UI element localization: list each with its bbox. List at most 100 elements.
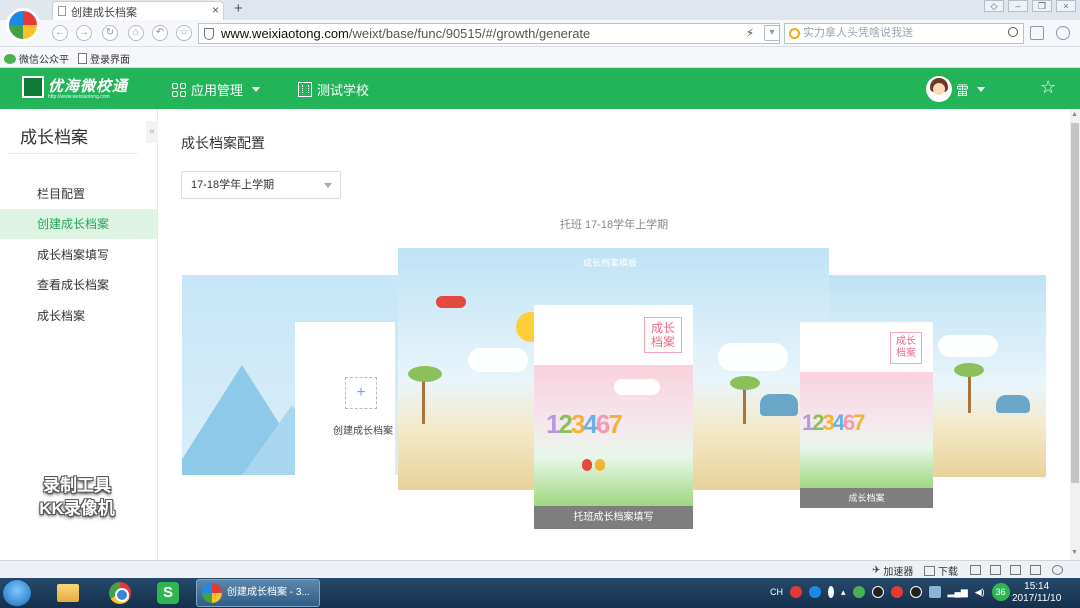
chrome-icon: [109, 582, 131, 604]
taskbar-s-app[interactable]: S: [148, 581, 188, 605]
building-icon: [298, 82, 312, 97]
archive-cover-card[interactable]: 成长档案 123467 成长档案: [800, 322, 933, 508]
user-menu[interactable]: 雷: [926, 76, 986, 102]
skin-button[interactable]: ◇: [984, 0, 1004, 12]
monitor-icon[interactable]: [928, 586, 941, 598]
accelerator-icon: ✈: [872, 565, 881, 576]
sidebar-item-create-archive[interactable]: 创建成长档案: [0, 209, 157, 239]
home-status-icon[interactable]: [990, 565, 1001, 575]
language-indicator[interactable]: CH: [770, 587, 783, 597]
tree-icon: [408, 366, 442, 382]
search-input[interactable]: 实力拿人头凭啥说我送: [784, 23, 1024, 44]
back-icon[interactable]: ←: [52, 25, 68, 41]
home-icon[interactable]: ⌂: [128, 25, 144, 41]
restore-button[interactable]: ❐: [1032, 0, 1052, 12]
address-dropdown-icon[interactable]: ▾: [764, 25, 780, 41]
cover-digits: 123467: [546, 409, 623, 440]
qq-icon[interactable]: [871, 586, 884, 598]
download-button[interactable]: 下载: [924, 563, 958, 578]
taskbar-chrome[interactable]: [100, 581, 140, 605]
browser-tab[interactable]: 创建成长档案 ×: [52, 1, 224, 20]
security-badge[interactable]: 36: [991, 583, 1010, 601]
page-scrollbar[interactable]: ▲ ▼: [1070, 109, 1080, 560]
digit: 4: [832, 410, 845, 435]
clock[interactable]: 15:14 2017/11/10: [1012, 581, 1061, 605]
main-content: 成长档案配置 17-18学年上学期 托班 17-18学年上学期 成长档案模板 +…: [158, 109, 1070, 560]
address-bar[interactable]: www.weixiaotong.com/weixt/base/func/9051…: [198, 23, 780, 44]
logo-text: 优海微校通: [48, 78, 129, 95]
qq-icon-2[interactable]: [909, 586, 922, 598]
search-status-icon[interactable]: [1052, 565, 1063, 575]
window-close-button[interactable]: ×: [1056, 0, 1076, 12]
minimize-button[interactable]: –: [1008, 0, 1028, 12]
star-icon[interactable]: ☆: [1040, 77, 1056, 98]
cloud-icon: [614, 379, 660, 395]
kids-icon: [582, 453, 608, 477]
grid-icon: [172, 82, 186, 97]
close-tab-icon[interactable]: ×: [212, 3, 219, 17]
tray-expand-icon[interactable]: ▴: [841, 587, 846, 598]
zoom-icon[interactable]: [970, 565, 981, 575]
antivirus-icon[interactable]: [890, 586, 903, 598]
scroll-down-icon[interactable]: ▼: [1071, 549, 1078, 556]
sidebar-item-archive[interactable]: 成长档案: [0, 301, 157, 331]
apps-icon[interactable]: [1030, 26, 1044, 40]
forward-icon[interactable]: →: [76, 25, 92, 41]
menu-app-management[interactable]: 应用管理: [172, 80, 261, 99]
search-icon[interactable]: [1008, 27, 1018, 37]
sogou-icon[interactable]: [790, 586, 802, 598]
document-icon: [78, 53, 87, 64]
accelerator-label: 加速器: [883, 567, 914, 578]
watermark-line-2: KK录像机: [39, 499, 115, 518]
browser-logo-icon[interactable]: [6, 8, 40, 42]
lightning-icon[interactable]: ⚡: [746, 24, 754, 43]
volume-icon[interactable]: ◀): [975, 587, 985, 598]
download-label: 下载: [938, 567, 958, 578]
archive-cover-card-active[interactable]: 成长档案 123467 托班成长档案填写: [534, 305, 693, 529]
new-tab-button[interactable]: +: [234, 0, 243, 17]
wechat-icon: [4, 53, 16, 64]
window-icon[interactable]: [1030, 565, 1041, 575]
pen-icon[interactable]: [828, 586, 834, 598]
accelerator-button[interactable]: ✈ 加速器: [872, 563, 913, 578]
plane-icon: [436, 296, 466, 308]
cover-caption: 成长档案: [800, 488, 933, 508]
tools-icon[interactable]: [1056, 26, 1070, 40]
logo-mark-icon: [22, 76, 44, 98]
bookmark-login[interactable]: 登录界面: [78, 51, 130, 66]
sidebar-item-fill-archive[interactable]: 成长档案填写: [0, 240, 157, 270]
help-icon[interactable]: [809, 586, 821, 598]
taskbar-explorer[interactable]: [48, 581, 88, 605]
page-icon: [58, 6, 66, 16]
signal-icon[interactable]: ▂▄▆: [948, 587, 968, 598]
cover-caption: 托班成长档案填写: [534, 506, 693, 529]
banner-text: 成长档案模板: [583, 258, 638, 268]
logo[interactable]: 优海微校通 http://www.weixiaotong.com: [22, 74, 132, 102]
sidebar-item-view-archive[interactable]: 查看成长档案: [0, 270, 157, 300]
cover-digits: 123467: [802, 410, 866, 436]
scroll-thumb[interactable]: [1071, 123, 1079, 483]
undo-icon[interactable]: ↶: [152, 25, 168, 41]
cover-header: 成长档案: [534, 305, 693, 365]
active-window-title: 创建成长档案 - 3...: [227, 587, 310, 598]
section-label: 托班 17-18学年上学期: [559, 219, 669, 231]
plus-icon[interactable]: +: [345, 377, 377, 409]
start-button[interactable]: [2, 579, 32, 607]
collapse-sidebar-button[interactable]: «: [146, 121, 158, 143]
menu-school[interactable]: 测试学校: [298, 80, 369, 99]
favorite-icon[interactable]: ☆: [176, 25, 192, 41]
elephant-icon: [760, 394, 798, 416]
term-select[interactable]: 17-18学年上学期: [181, 171, 341, 199]
create-archive-card[interactable]: + 创建成长档案: [295, 322, 395, 475]
browser-status-bar: ✈ 加速器 下载: [0, 560, 1080, 578]
wechat-tray-icon[interactable]: [852, 586, 865, 598]
elephant-icon: [996, 395, 1030, 413]
sound-icon[interactable]: [1010, 565, 1021, 575]
tree-icon: [743, 384, 746, 424]
refresh-icon[interactable]: ↻: [102, 25, 118, 41]
cloud-icon: [468, 348, 528, 372]
sidebar-item-column-config[interactable]: 栏目配置: [0, 179, 157, 209]
taskbar-active-window[interactable]: 创建成长档案 - 3...: [196, 579, 320, 607]
bookmark-wechat[interactable]: 微信公众平: [4, 51, 69, 66]
scroll-up-icon[interactable]: ▲: [1071, 111, 1078, 118]
